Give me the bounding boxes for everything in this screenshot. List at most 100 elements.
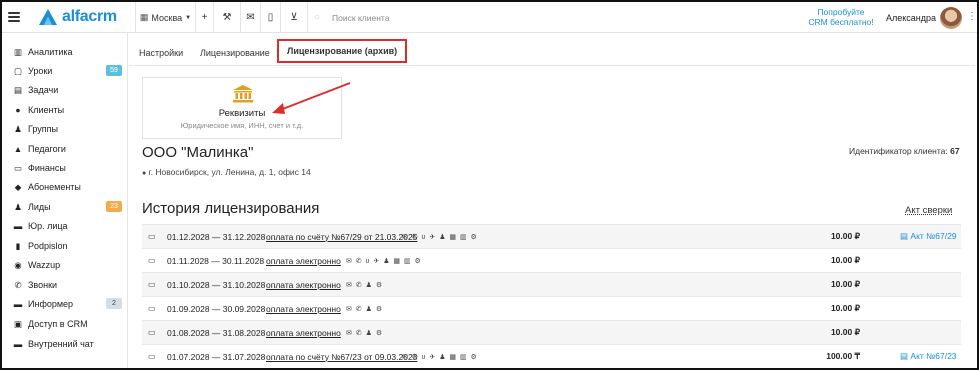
tab-settings[interactable]: Настройки: [139, 40, 183, 65]
sidebar-item[interactable]: ▭ Финансы: [12, 160, 124, 176]
act-link[interactable]: ▤ Акт №67/29: [900, 231, 957, 242]
sidebar-item[interactable]: ▥ Аналитика: [12, 44, 124, 60]
search-placeholder: Поиск клиента: [332, 12, 390, 23]
sidebar-item[interactable]: ◆ Абонементы: [12, 179, 124, 195]
clipboard-icon: ▤: [13, 84, 23, 95]
amount: 10.00 ₽: [830, 327, 860, 337]
sidebar-item[interactable]: ✆ Звонки: [12, 277, 124, 293]
payment-link[interactable]: оплата по счёту №67/23 от 09.03.2023: [266, 352, 417, 362]
cart-button[interactable]: ⊻: [280, 2, 307, 33]
sidebar-item[interactable]: ▮ Podpislon: [12, 238, 124, 254]
client-id: Идентификатор клиента: 67: [849, 146, 960, 156]
bank-icon: [233, 85, 253, 103]
settings-button[interactable]: ⚒: [213, 2, 240, 33]
address-text: г. Новосибирск, ул. Ленина, д. 1, офис 1…: [148, 167, 311, 177]
requisites-subtitle: Юридическое имя, ИНН, счет и т.д.: [180, 121, 304, 130]
more-icon[interactable]: ⋮: [967, 11, 977, 22]
top-bar: alfacrm ▦ Москва ▼ + ⚒ ✉ ▯ ⊻ ○ Поиск кли…: [2, 2, 977, 33]
sidebar-item[interactable]: ▬ Информер 2: [12, 296, 124, 312]
sidebar-item-label: Абонементы: [28, 182, 81, 192]
sidebar-item[interactable]: ▤ Задачи: [12, 82, 124, 98]
avatar[interactable]: [940, 7, 962, 29]
payment-link[interactable]: оплата электронно: [266, 304, 341, 314]
money-icon: ▭: [148, 328, 156, 337]
document-icon: ▤: [900, 231, 911, 241]
requisites-card[interactable]: Реквизиты Юридическое имя, ИНН, счет и т…: [142, 77, 342, 139]
sidebar-item-label: Задачи: [28, 85, 59, 95]
payment-link[interactable]: оплата по счёту №67/29 от 21.03.2025: [266, 232, 417, 242]
phone-icon: ✆: [14, 279, 22, 290]
sidebar-item[interactable]: ♟ Группы: [12, 121, 124, 137]
user-plus-icon: ♟: [14, 201, 22, 212]
promo-line2: CRM бесплатно!: [808, 17, 874, 27]
tab-licensing[interactable]: Лицензирование: [200, 40, 270, 65]
sidebar-item[interactable]: ♟ Лиды 23: [12, 199, 124, 215]
organization-name: ООО "Малинка": [142, 144, 254, 161]
sidebar-item[interactable]: ▬ Юр. лица: [12, 218, 124, 234]
client-id-value: 67: [950, 146, 960, 156]
sidebar-item-label: Финансы: [28, 163, 66, 173]
payment-link[interactable]: оплата электронно: [266, 256, 341, 266]
document-icon: ▤: [900, 351, 911, 361]
calendar-icon: ▦: [139, 12, 149, 22]
mobile-icon: ▯: [267, 12, 274, 23]
sidebar-badge: 2: [106, 298, 122, 309]
channel-icons: ✉ ✆ ♟ ⚙: [346, 329, 384, 337]
channel-icons: ✉ ✆ ʋ ✈ ♟ ▦ ▥ ⚙: [402, 353, 478, 361]
graduation-icon: ▲: [13, 144, 23, 154]
logo-icon: [39, 9, 57, 25]
money-icon: ▭: [148, 304, 156, 313]
sidebar-item-label: Звонки: [28, 280, 58, 290]
map-pin-icon: ●: [142, 170, 147, 177]
mobile-button[interactable]: ▯: [260, 2, 280, 33]
tabs: Настройки Лицензирование Лицензирование …: [129, 39, 975, 66]
briefcase-icon: ▬: [13, 221, 23, 231]
client-search[interactable]: ○ Поиск клиента: [307, 2, 727, 33]
mail-icon: ✉: [246, 12, 255, 23]
table-row: ▭ 01.09.2028 — 30.09.2028 оплата электронн…: [142, 296, 961, 320]
promo-link[interactable]: Попробуйте CRM бесплатно!: [804, 7, 878, 27]
amount: 10.00 ₽: [830, 231, 860, 241]
plus-icon: +: [201, 12, 208, 23]
amount: 10.00 ₽: [830, 279, 860, 289]
table-row: ▭ 01.10.2028 — 31.10.2028 оплата электронн…: [142, 272, 961, 296]
act-label: Акт №67/29: [910, 231, 957, 241]
sidebar-item[interactable]: ● Клиенты: [12, 102, 124, 118]
period: 01.07.2028 — 31.07.2028: [167, 351, 266, 362]
tab-licensing-archive[interactable]: Лицензирование (архив): [277, 39, 408, 63]
logo[interactable]: alfacrm: [38, 7, 117, 27]
lock-icon: ▣: [13, 318, 23, 329]
sidebar-item[interactable]: ◉ Wazzup: [12, 257, 124, 273]
sidebar-item-label: Доступ в CRM: [28, 319, 88, 329]
sidebar-item-label: Юр. лица: [28, 221, 68, 231]
search-icon: ○: [314, 12, 321, 23]
add-button[interactable]: +: [195, 2, 213, 33]
reconciliation-link[interactable]: Акт сверки: [905, 205, 952, 216]
period: 01.08.2028 — 31.08.2028: [167, 327, 266, 338]
city-label: Москва: [151, 12, 183, 23]
table-row: ▭ 01.11.2028 — 30.11.2028 оплата электронн…: [142, 248, 961, 272]
amount: 10.00 ₽: [830, 303, 860, 313]
menu-icon[interactable]: [8, 10, 20, 24]
table-row: ▭ 01.08.2028 — 31.08.2028 оплата электронн…: [142, 320, 961, 344]
payment-link[interactable]: оплата электронно: [266, 328, 341, 338]
sidebar-item[interactable]: ▢ Уроки 59: [12, 63, 124, 79]
sidebar-item[interactable]: ▣ Доступ в CRM: [12, 316, 124, 332]
history-title: История лицензирования: [142, 200, 320, 217]
payment-link[interactable]: оплата электронно: [266, 280, 341, 290]
act-link[interactable]: ▤ Акт №67/23: [900, 351, 957, 362]
city-select[interactable]: ▦ Москва ▼: [135, 2, 195, 33]
user-icon: ●: [15, 105, 21, 115]
sidebar-item[interactable]: ▲ Педагоги: [12, 141, 124, 157]
sidebar-item[interactable]: ▬ Внутренний чат: [12, 336, 124, 352]
mail-button[interactable]: ✉: [240, 2, 260, 33]
history-table: ▭ 01.12.2028 — 31.12.2028 оплата по счёту …: [142, 224, 961, 368]
amount: 100.00 ₸: [826, 351, 860, 361]
sidebar-item-label: Педагоги: [28, 144, 66, 154]
cart-icon: ⊻: [290, 12, 298, 23]
channel-icons: ✉ ✆ ʋ ✈ ♟ ▦ ▥ ⚙: [346, 257, 422, 265]
user-name[interactable]: Александра: [886, 13, 936, 23]
promo-line1: Попробуйте: [817, 7, 865, 17]
sidebar-item-label: Лиды: [28, 202, 51, 212]
money-icon: ▭: [148, 232, 156, 241]
